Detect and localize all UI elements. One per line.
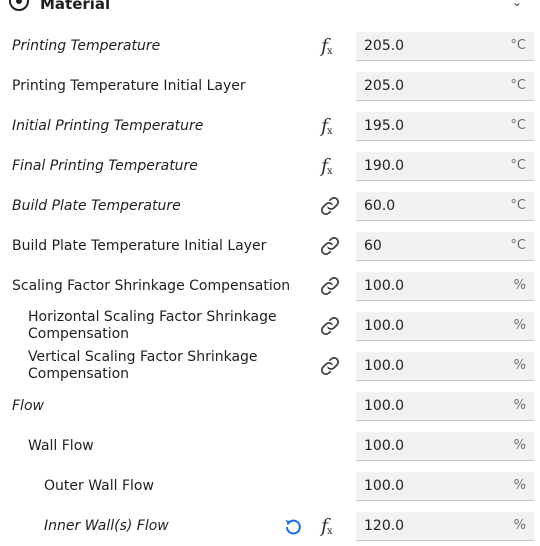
setting-row-printing-temperature-initial-layer: Printing Temperature Initial Layer 205.0… xyxy=(0,66,540,106)
value-field[interactable]: 205.0 °C xyxy=(356,72,534,101)
value-field[interactable]: 100.0 % xyxy=(356,312,534,341)
field-value[interactable]: 205.0 xyxy=(364,32,404,60)
field-unit: % xyxy=(513,438,526,453)
setting-row-wall-flow: Wall Flow 100.0 % xyxy=(0,426,540,466)
setting-label: Initial Printing Temperature xyxy=(12,117,204,134)
field-unit: °C xyxy=(510,238,526,253)
field-value[interactable]: 100.0 xyxy=(364,352,404,380)
field-value[interactable]: 100.0 xyxy=(364,472,404,500)
field-value[interactable]: 100.0 xyxy=(364,272,404,300)
link-icon[interactable] xyxy=(319,235,341,257)
field-value[interactable]: 195.0 xyxy=(364,112,404,140)
field-unit: °C xyxy=(510,78,526,93)
setting-label: Printing Temperature xyxy=(12,37,161,54)
field-value[interactable]: 120.0 xyxy=(364,512,404,540)
value-field[interactable]: 205.0 °C xyxy=(356,32,534,61)
setting-row-horizontal-scaling-factor: Horizontal Scaling Factor Shrinkage Comp… xyxy=(0,306,540,346)
setting-row-initial-printing-temperature: Initial Printing Temperature fx 195.0 °C xyxy=(0,106,540,146)
setting-row-inner-wall-flow: Inner Wall(s) Flow fx 120.0 % xyxy=(0,506,540,546)
field-unit: % xyxy=(513,518,526,533)
setting-label: Flow xyxy=(12,397,44,414)
value-field[interactable]: 60 °C xyxy=(356,232,534,261)
setting-row-build-plate-temperature: Build Plate Temperature 60.0 °C xyxy=(0,186,540,226)
value-field[interactable]: 195.0 °C xyxy=(356,112,534,141)
value-field[interactable]: 100.0 % xyxy=(356,392,534,421)
field-value[interactable]: 100.0 xyxy=(364,392,404,420)
setting-label: Build Plate Temperature Initial Layer xyxy=(12,237,267,254)
link-icon[interactable] xyxy=(319,315,341,337)
setting-row-vertical-scaling-factor: Vertical Scaling Factor Shrinkage Compen… xyxy=(0,346,540,386)
field-value[interactable]: 60.0 xyxy=(364,192,395,220)
category-title: Material xyxy=(40,0,111,13)
link-icon[interactable] xyxy=(319,355,341,377)
material-category-icon xyxy=(9,0,29,11)
field-value[interactable]: 190.0 xyxy=(364,152,404,180)
formula-icon[interactable]: fx xyxy=(321,515,341,537)
setting-label: Vertical Scaling Factor Shrinkage Compen… xyxy=(28,349,258,382)
field-unit: % xyxy=(513,398,526,413)
setting-label: Printing Temperature Initial Layer xyxy=(12,77,246,94)
formula-icon[interactable]: fx xyxy=(321,155,341,177)
field-unit: °C xyxy=(510,198,526,213)
field-unit: °C xyxy=(510,38,526,53)
value-field[interactable]: 100.0 % xyxy=(356,352,534,381)
setting-label: Build Plate Temperature xyxy=(12,197,181,214)
setting-label: Horizontal Scaling Factor Shrinkage Comp… xyxy=(28,309,277,342)
setting-row-flow: Flow 100.0 % xyxy=(0,386,540,426)
value-field[interactable]: 100.0 % xyxy=(356,472,534,501)
setting-label: Final Printing Temperature xyxy=(12,157,198,174)
field-unit: % xyxy=(513,278,526,293)
field-value[interactable]: 205.0 xyxy=(364,72,404,100)
setting-row-scaling-factor-shrinkage-compensation: Scaling Factor Shrinkage Compensation 10… xyxy=(0,266,540,306)
value-field[interactable]: 100.0 % xyxy=(356,432,534,461)
material-category-header[interactable]: Material ⌄ xyxy=(0,0,540,20)
field-value[interactable]: 100.0 xyxy=(364,432,404,460)
formula-icon[interactable]: fx xyxy=(321,35,341,57)
value-field[interactable]: 60.0 °C xyxy=(356,192,534,221)
field-unit: °C xyxy=(510,118,526,133)
field-value[interactable]: 100.0 xyxy=(364,312,404,340)
value-field[interactable]: 190.0 °C xyxy=(356,152,534,181)
link-icon[interactable] xyxy=(319,275,341,297)
setting-row-final-printing-temperature: Final Printing Temperature fx 190.0 °C xyxy=(0,146,540,186)
setting-label: Wall Flow xyxy=(28,437,94,454)
setting-row-build-plate-temperature-initial-layer: Build Plate Temperature Initial Layer 60… xyxy=(0,226,540,266)
field-unit: °C xyxy=(510,158,526,173)
value-field[interactable]: 100.0 % xyxy=(356,272,534,301)
field-value[interactable]: 60 xyxy=(364,232,382,260)
setting-row-printing-temperature: Printing Temperature fx 205.0 °C xyxy=(0,26,540,66)
field-unit: % xyxy=(513,358,526,373)
link-icon[interactable] xyxy=(319,195,341,217)
chevron-down-icon[interactable]: ⌄ xyxy=(512,0,522,9)
setting-label: Scaling Factor Shrinkage Compensation xyxy=(12,277,291,294)
field-unit: % xyxy=(513,478,526,493)
setting-label: Inner Wall(s) Flow xyxy=(44,517,169,534)
value-field[interactable]: 120.0 % xyxy=(356,512,534,541)
field-unit: % xyxy=(513,318,526,333)
reset-icon[interactable] xyxy=(282,515,304,537)
formula-icon[interactable]: fx xyxy=(321,115,341,137)
setting-label: Outer Wall Flow xyxy=(44,477,154,494)
setting-row-outer-wall-flow: Outer Wall Flow 100.0 % xyxy=(0,466,540,506)
